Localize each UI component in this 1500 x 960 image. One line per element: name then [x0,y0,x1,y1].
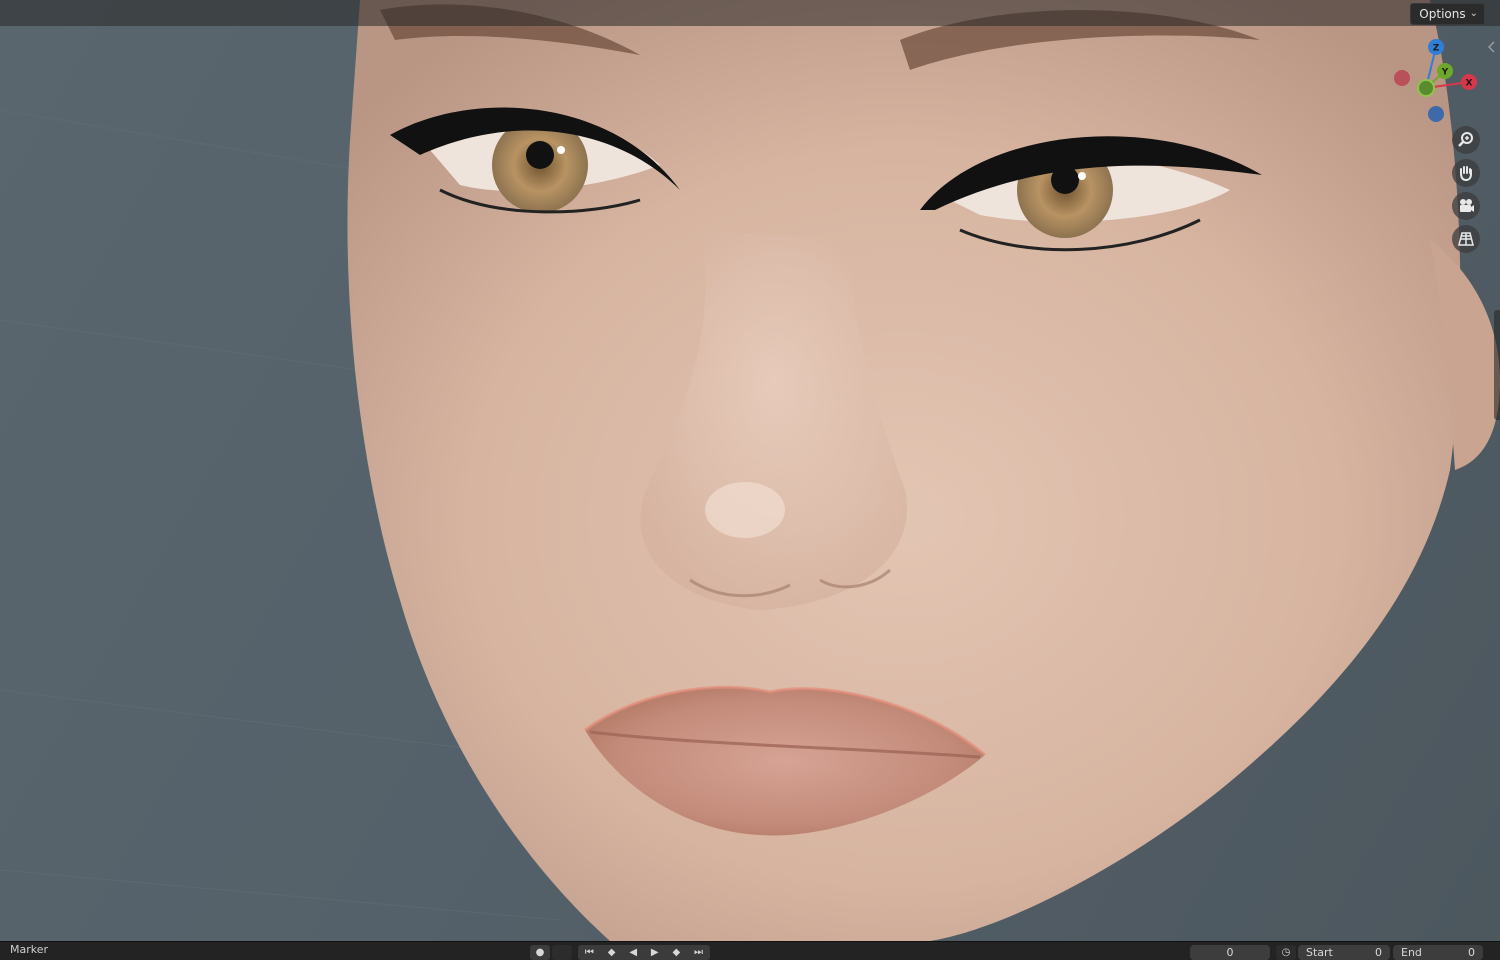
gizmo-y-label: Y [1441,68,1449,78]
perspective-toggle-button[interactable] [1452,225,1480,253]
play-reverse-icon[interactable]: ◀ [629,947,637,958]
clock-icon: ◷ [1281,947,1291,958]
chevron-down-icon: ⌄ [1469,8,1478,19]
navigation-gizmo[interactable]: Z Y X [1390,36,1480,126]
end-value: 0 [1468,946,1475,959]
sidebar-toggle-icon[interactable] [1486,40,1496,54]
gizmo-neg-z[interactable] [1428,106,1444,122]
prev-keyframe-icon[interactable]: ◆ [608,947,616,958]
gizmo-neg-y[interactable] [1417,79,1435,97]
current-frame-field[interactable]: 0 [1190,945,1270,960]
gizmo-z-label: Z [1433,44,1440,54]
face-render [0,0,1500,941]
play-icon[interactable]: ▶ [651,947,659,958]
playback-controls: ⏮ ◆ ◀ ▶ ◆ ⏭ [578,945,710,960]
record-dot-icon: ● [535,947,545,958]
camera-view-button[interactable] [1452,192,1480,220]
viewport-header [0,0,1500,26]
current-frame-value: 0 [1226,946,1234,959]
start-value: 0 [1375,946,1382,959]
end-label: End [1401,946,1422,959]
preview-range-button[interactable]: ◷ [1276,945,1296,960]
pan-button[interactable] [1452,159,1480,187]
timeline-bar: Marker ● ⏮ ◆ ◀ ▶ ◆ ⏭ 0 ◷ Start 0 End 0 [0,941,1500,960]
marker-menu[interactable]: Marker [10,943,48,956]
options-dropdown[interactable]: Options ⌄ [1410,3,1485,25]
gizmo-neg-x[interactable] [1394,70,1410,86]
next-keyframe-icon[interactable]: ◆ [672,947,680,958]
start-frame-field[interactable]: Start 0 [1298,945,1390,960]
jump-start-icon[interactable]: ⏮ [585,947,594,958]
options-label: Options [1419,7,1466,21]
3d-viewport[interactable]: Options ⌄ Z Y X [0,0,1500,941]
sidebar-tab[interactable] [1494,310,1500,420]
gizmo-x-label: X [1466,79,1473,89]
perspective-grid-icon [1458,232,1474,246]
hand-pan-icon [1460,166,1472,182]
zoom-button[interactable] [1452,126,1480,154]
jump-end-icon[interactable]: ⏭ [694,947,703,958]
camera-view-icon [1460,199,1474,212]
end-frame-field[interactable]: End 0 [1393,945,1483,960]
start-label: Start [1306,946,1333,959]
zoom-icon [1458,132,1473,147]
auto-key-button[interactable] [552,945,572,960]
keyframe-toggle[interactable]: ● [530,945,550,960]
